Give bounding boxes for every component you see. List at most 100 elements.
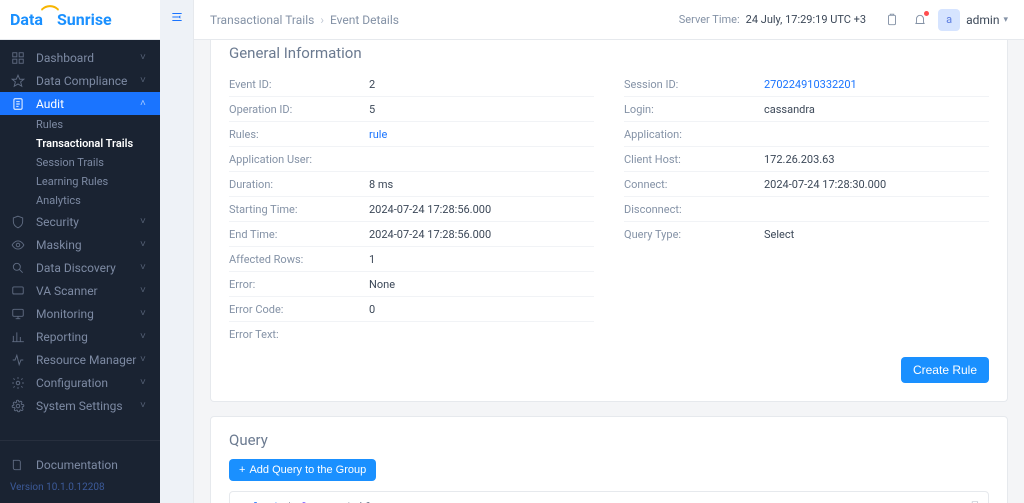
button-label: Add Query to the Group [249, 464, 366, 476]
info-key: Error Text: [229, 328, 369, 341]
collapse-rail [160, 0, 194, 503]
sidebar-item-monitoring[interactable]: Monitoring˅ [0, 302, 160, 325]
security-icon [10, 214, 26, 230]
chevron-down-icon: ˅ [140, 377, 150, 388]
logo[interactable]: Data⌒Sunrise [0, 0, 160, 40]
chevron-down-icon: ˅ [140, 354, 150, 365]
info-row: Affected Rows:1 [229, 247, 594, 272]
info-row: Application User: [229, 147, 594, 172]
sidebar-subitem-session-trails[interactable]: Session Trails [36, 153, 160, 172]
copy-icon[interactable]: ⧉ [971, 498, 980, 503]
info-key: Affected Rows: [229, 253, 369, 266]
reporting-icon [10, 329, 26, 345]
logo-part1: Data [10, 10, 43, 29]
general-info-card: General Information Event ID:2Operation … [210, 40, 1008, 402]
sidebar-item-label: Security [36, 215, 140, 229]
info-key: Operation ID: [229, 103, 369, 116]
bell-icon[interactable] [906, 6, 934, 34]
sidebar-item-audit[interactable]: Audit˄ [0, 92, 160, 115]
topbar: Transactional Trails › Event Details Ser… [194, 0, 1024, 40]
sidebar-item-data-compliance[interactable]: Data Compliance˅ [0, 69, 160, 92]
sidebar-item-label: Learning Rules [36, 175, 150, 188]
info-row: Query Type:Select [624, 222, 989, 247]
scanner-icon [10, 283, 26, 299]
sidebar-subitem-learning-rules[interactable]: Learning Rules [36, 172, 160, 191]
chevron-down-icon: ˅ [140, 239, 150, 250]
info-value: Select [764, 228, 794, 241]
compliance-icon [10, 73, 26, 89]
sidebar-item-security[interactable]: Security˅ [0, 210, 160, 233]
breadcrumb-item: Event Details [330, 13, 399, 27]
sidebar-item-va-scanner[interactable]: VA Scanner˅ [0, 279, 160, 302]
info-value: cassandra [764, 103, 815, 116]
sidebar-item-system-settings[interactable]: System Settings˅ [0, 394, 160, 417]
sidebar-item-dashboard[interactable]: Dashboard˅ [0, 46, 160, 69]
info-value[interactable]: 270224910332201 [764, 78, 857, 91]
main: Transactional Trails › Event Details Ser… [194, 0, 1024, 503]
info-row: Application: [624, 122, 989, 147]
sidebar-item-documentation[interactable]: Documentation [10, 453, 150, 476]
info-key: Application: [624, 128, 764, 141]
sidebar-item-label: Data Compliance [36, 74, 140, 88]
sidebar-item-reporting[interactable]: Reporting˅ [0, 325, 160, 348]
breadcrumb-item[interactable]: Transactional Trails [210, 13, 314, 27]
info-row: Rules:rule [229, 122, 594, 147]
info-value: 2 [369, 78, 375, 91]
audit-icon [10, 96, 26, 112]
sidebar-subitem-analytics[interactable]: Analytics [36, 191, 160, 210]
info-key: Starting Time: [229, 203, 369, 216]
info-value[interactable]: rule [369, 128, 387, 141]
info-key: Disconnect: [624, 203, 764, 216]
nav: Dashboard˅Data Compliance˅Audit˄RulesTra… [0, 40, 160, 434]
user-name[interactable]: admin [966, 13, 999, 27]
info-key: End Time: [229, 228, 369, 241]
sidebar-item-configuration[interactable]: Configuration˅ [0, 371, 160, 394]
chevron-down-icon: ˅ [140, 216, 150, 227]
add-query-to-group-button[interactable]: + Add Query to the Group [229, 459, 376, 481]
create-rule-button[interactable]: Create Rule [901, 357, 989, 383]
info-row: Login:cassandra [624, 97, 989, 122]
info-row: Event ID:2 [229, 72, 594, 97]
avatar[interactable]: a [938, 9, 960, 31]
info-value: None [369, 278, 395, 291]
sidebar-item-label: Audit [36, 97, 140, 111]
info-row: Connect:2024-07-24 17:28:30.000 [624, 172, 989, 197]
collapse-toggle-icon[interactable] [170, 10, 184, 28]
book-icon [10, 457, 26, 473]
info-row: Error:None [229, 272, 594, 297]
masking-icon [10, 237, 26, 253]
clipboard-icon[interactable] [878, 6, 906, 34]
chevron-down-icon[interactable]: ▾ [1003, 15, 1008, 25]
info-value: 2024-07-24 17:28:56.000 [369, 228, 491, 241]
sidebar-item-masking[interactable]: Masking˅ [0, 233, 160, 256]
query-card: Query + Add Query to the Group ⧉ select … [210, 416, 1008, 503]
info-key: Session ID: [624, 78, 764, 91]
sidebar-item-label: Masking [36, 238, 140, 252]
settings-icon [10, 398, 26, 414]
info-row: Error Text: [229, 322, 594, 347]
sql-code-box: ⧉ select * from mytable ; [229, 491, 989, 503]
info-key: Rules: [229, 128, 369, 141]
info-row: Starting Time:2024-07-24 17:28:56.000 [229, 197, 594, 222]
resource-icon [10, 352, 26, 368]
sidebar-item-label: Session Trails [36, 156, 150, 169]
info-row: Session ID:270224910332201 [624, 72, 989, 97]
breadcrumb: Transactional Trails › Event Details [210, 13, 679, 27]
info-row: Disconnect: [624, 197, 989, 222]
info-key: Client Host: [624, 153, 764, 166]
version-label: Version 10.1.0.12208 [10, 482, 150, 493]
sidebar-item-resource-manager[interactable]: Resource Manager˅ [0, 348, 160, 371]
sidebar-subitem-rules[interactable]: Rules [36, 115, 160, 134]
chevron-down-icon: ˅ [140, 75, 150, 86]
info-value: 2024-07-24 17:28:30.000 [764, 178, 886, 191]
chevron-down-icon: ˅ [140, 262, 150, 273]
sidebar-item-data-discovery[interactable]: Data Discovery˅ [0, 256, 160, 279]
chevron-down-icon: ˅ [140, 400, 150, 411]
sidebar-item-label: Configuration [36, 376, 140, 390]
info-key: Login: [624, 103, 764, 116]
sidebar-item-label: Monitoring [36, 307, 140, 321]
sidebar-item-label: VA Scanner [36, 284, 140, 298]
info-row: Duration:8 ms [229, 172, 594, 197]
sidebar-subitem-transactional-trails[interactable]: Transactional Trails [36, 134, 160, 153]
discovery-icon [10, 260, 26, 276]
